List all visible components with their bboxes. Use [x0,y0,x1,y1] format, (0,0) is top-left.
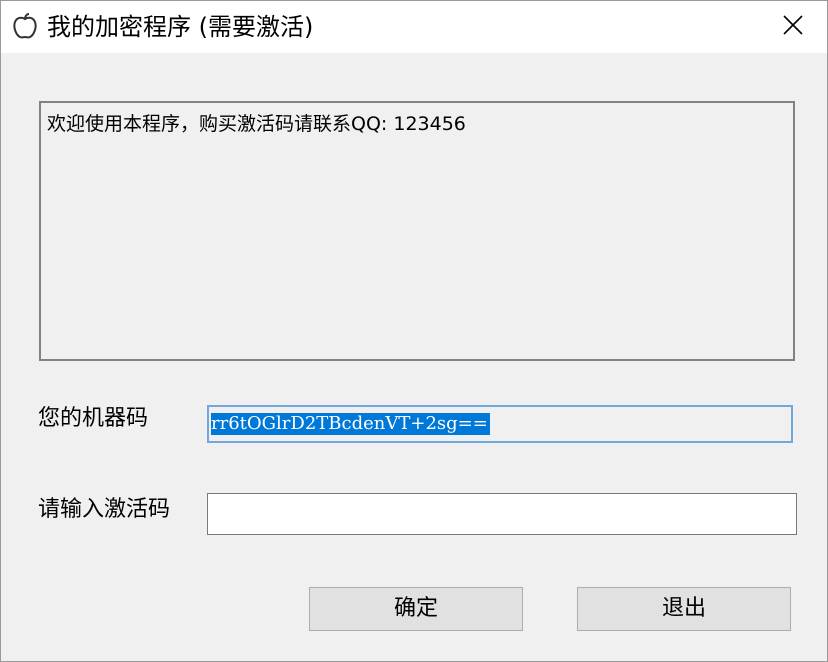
machine-code-label: 您的机器码 [38,406,149,431]
title-bar[interactable]: 我的加密程序 (需要激活) [1,1,827,53]
activation-code-label: 请输入激活码 [38,497,171,522]
message-textbox[interactable]: 欢迎使用本程序，购买激活码请联系QQ: 123456 [39,101,795,361]
apple-icon [11,13,39,41]
activation-code-input[interactable] [207,493,797,535]
close-icon [782,14,804,40]
close-button[interactable] [759,1,827,53]
welcome-message: 欢迎使用本程序，购买激活码请联系QQ: 123456 [47,113,466,135]
machine-code-value: rr6tOGlrD2TBcdenVT+2sg== [211,413,490,435]
machine-code-field[interactable]: rr6tOGlrD2TBcdenVT+2sg== [207,405,793,443]
dialog-window: 我的加密程序 (需要激活) 欢迎使用本程序，购买激活码请联系QQ: 123456… [0,0,828,662]
exit-button[interactable]: 退出 [577,587,791,631]
ok-button[interactable]: 确定 [309,587,523,631]
window-title: 我的加密程序 (需要激活) [47,13,314,41]
